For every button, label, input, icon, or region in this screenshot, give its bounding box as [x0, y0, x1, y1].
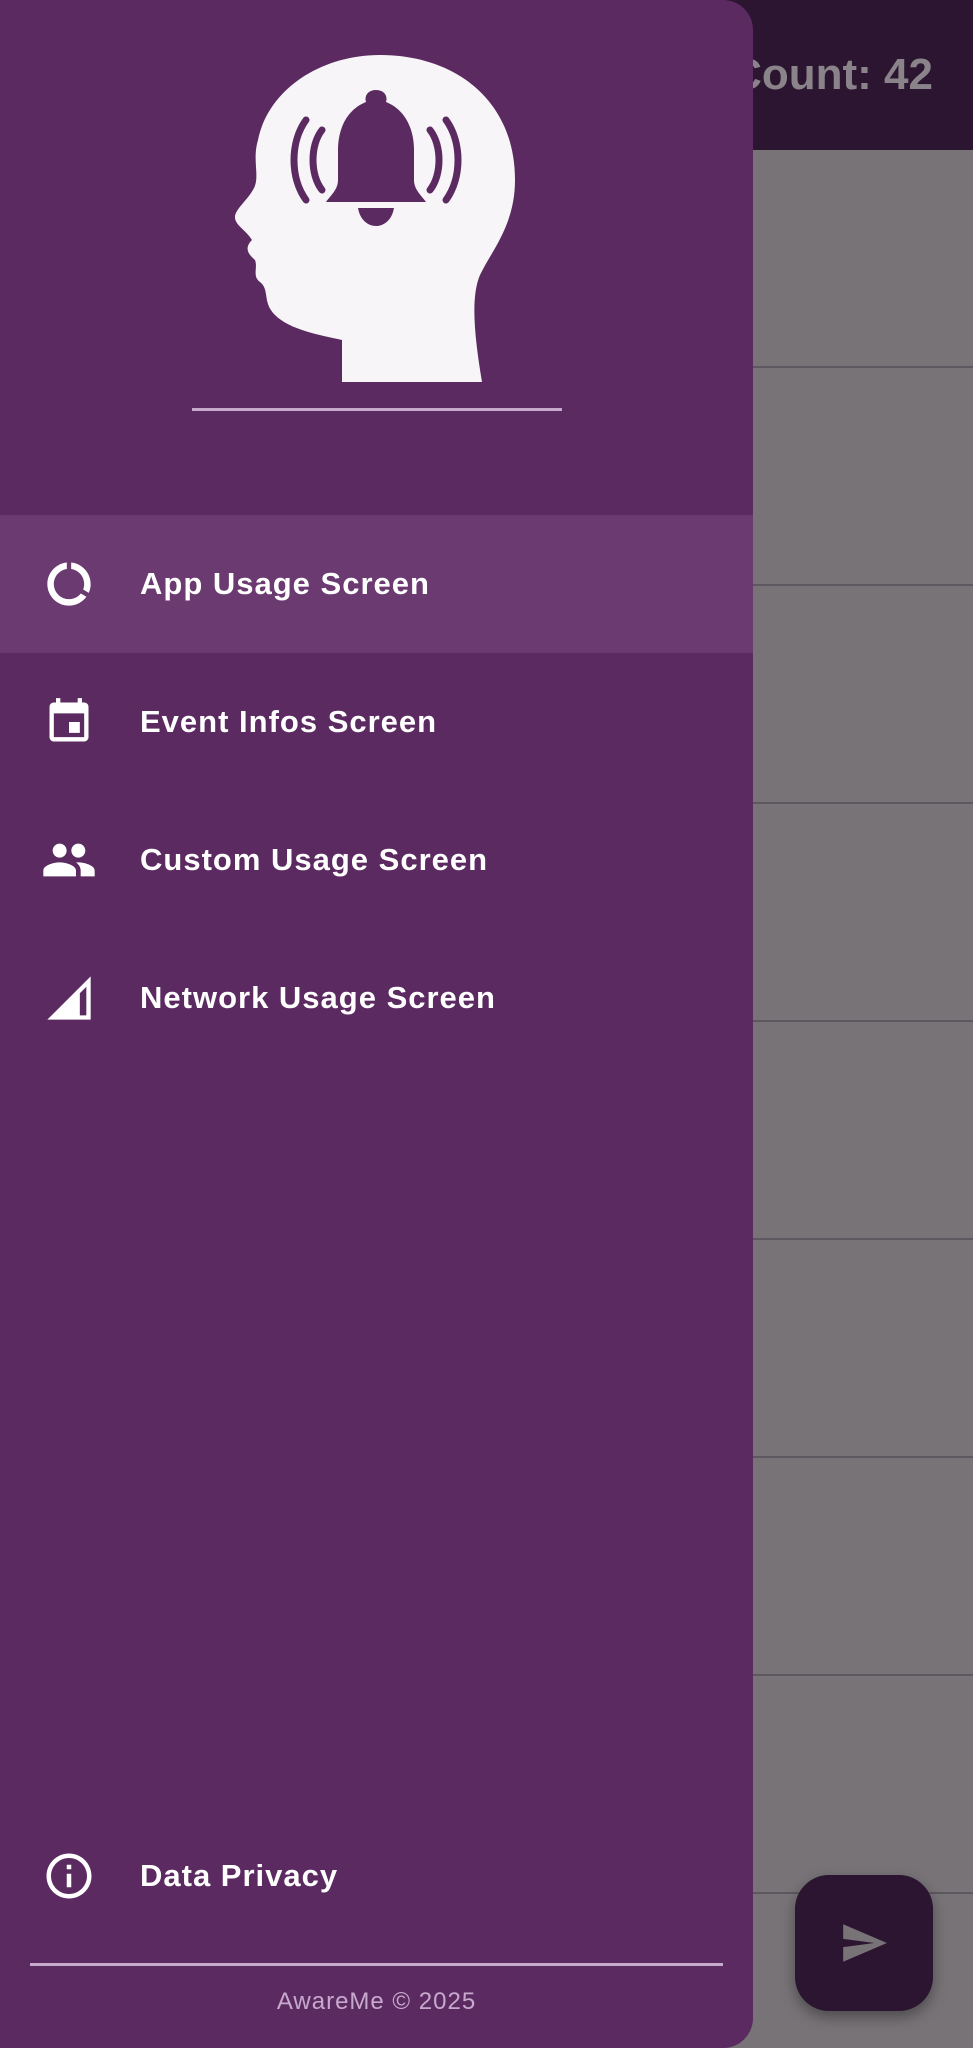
drawer-header — [0, 0, 753, 420]
footer-copyright: AwareMe © 2025 — [276, 1988, 477, 2015]
footer-divider — [30, 1963, 723, 1966]
donut-chart-icon — [40, 555, 98, 613]
header-divider — [192, 408, 562, 411]
head-with-bell-logo — [230, 50, 520, 390]
drawer-item-label: Custom Usage Screen — [140, 842, 489, 877]
drawer-item-custom-usage[interactable]: Custom Usage Screen — [0, 791, 753, 929]
send-fab-button[interactable] — [795, 1875, 933, 2011]
drawer-item-label: Data Privacy — [140, 1858, 339, 1893]
signal-icon — [40, 969, 98, 1027]
send-icon — [843, 1924, 887, 1962]
drawer-item-network-usage[interactable]: Network Usage Screen — [0, 929, 753, 1067]
navigation-drawer: App Usage Screen Event Infos Screen Cust… — [0, 0, 753, 2048]
drawer-item-label: Event Infos Screen — [140, 704, 438, 739]
drawer-item-event-infos[interactable]: Event Infos Screen — [0, 653, 753, 791]
drawer-item-label: App Usage Screen — [140, 566, 430, 601]
drawer-item-app-usage[interactable]: App Usage Screen — [0, 515, 753, 653]
calendar-icon — [40, 693, 98, 751]
info-icon — [40, 1847, 98, 1905]
drawer-item-label: Network Usage Screen — [140, 980, 496, 1015]
drawer-item-data-privacy[interactable]: Data Privacy — [0, 1807, 753, 1945]
app-bar-title: Count: 42 — [730, 50, 933, 99]
people-icon — [40, 831, 98, 889]
